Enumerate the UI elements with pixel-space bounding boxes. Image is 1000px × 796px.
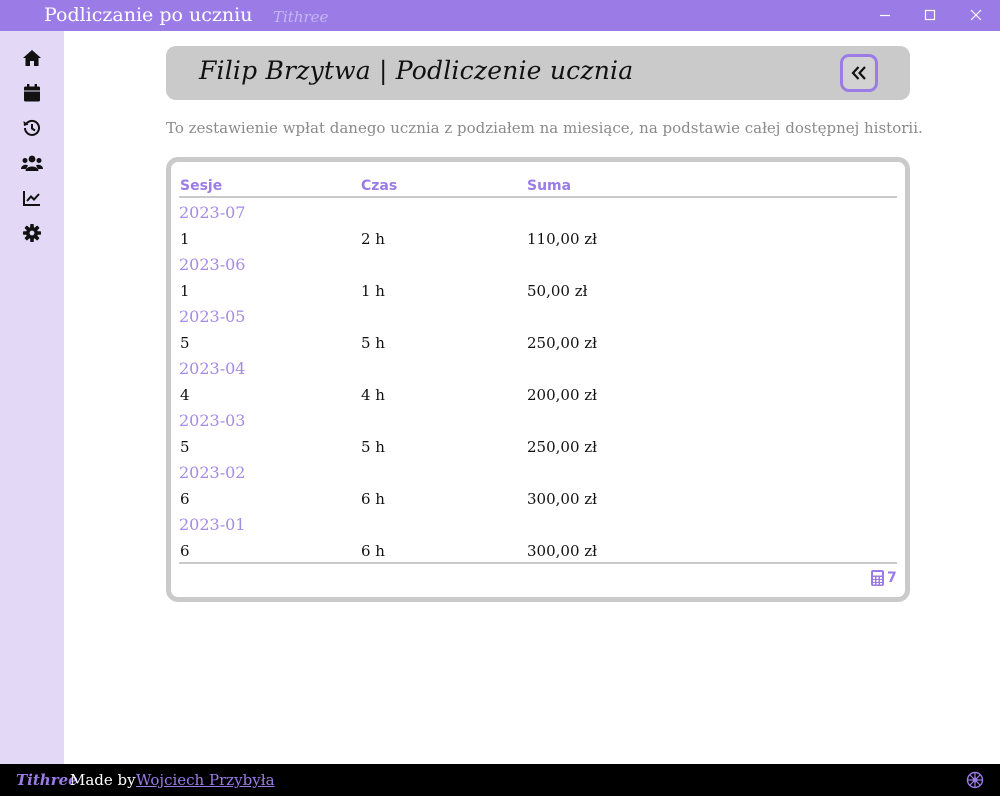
table-row: 5 5 h 250,00 zł	[171, 434, 905, 460]
sessions-cell: 5	[180, 334, 190, 352]
month-label: 2023-06	[179, 255, 246, 274]
window-brand: Tithree	[273, 8, 329, 26]
time-cell: 5 h	[361, 438, 385, 456]
header-divider	[179, 196, 897, 198]
sum-cell: 250,00 zł	[527, 438, 598, 456]
maximize-icon	[924, 9, 936, 21]
month-label: 2023-07	[179, 203, 246, 222]
sidebar	[0, 31, 64, 764]
maximize-button[interactable]	[918, 3, 942, 27]
sum-cell: 300,00 zł	[527, 542, 598, 560]
table-body: 2023-07 1 2 h 110,00 zł 2023-06 1 1 h 50…	[171, 200, 905, 564]
sessions-cell: 1	[180, 230, 190, 248]
month-label: 2023-02	[179, 463, 246, 482]
footer-divider	[179, 562, 897, 564]
sum-cell: 110,00 zł	[527, 230, 598, 248]
window-title: Podliczanie po uczniu	[44, 4, 253, 26]
page-title: Filip Brzytwa | Podliczenie ucznia	[199, 56, 634, 85]
sessions-cell: 6	[180, 542, 190, 560]
month-label: 2023-05	[179, 307, 246, 326]
sum-cell: 50,00 zł	[527, 282, 588, 300]
time-cell: 2 h	[361, 230, 385, 248]
minimize-button[interactable]	[873, 3, 897, 27]
column-header-sum: Suma	[527, 178, 572, 194]
column-header-time: Czas	[361, 178, 398, 194]
minimize-icon	[880, 14, 890, 17]
table-row: 6 6 h 300,00 zł	[171, 486, 905, 512]
table-row: 5 5 h 250,00 zł	[171, 330, 905, 356]
calendar-icon	[24, 84, 40, 102]
table-row: 1 1 h 50,00 zł	[171, 278, 905, 304]
month-label: 2023-01	[179, 515, 246, 534]
users-icon	[21, 155, 43, 171]
sessions-cell: 1	[180, 282, 190, 300]
column-header-sessions: Sesje	[180, 178, 223, 194]
sum-cell: 250,00 zł	[527, 334, 598, 352]
time-cell: 6 h	[361, 542, 385, 560]
author-link[interactable]: Wojciech Przybyła	[136, 771, 275, 789]
sidebar-item-history[interactable]	[20, 116, 44, 140]
app-footer: Tithree Made by Wojciech Przybyła	[0, 764, 1000, 796]
double-chevron-left-icon	[851, 66, 866, 80]
calculator-icon	[871, 570, 884, 586]
page-header: Filip Brzytwa | Podliczenie ucznia	[166, 46, 910, 100]
sum-cell: 200,00 zł	[527, 386, 598, 404]
sessions-cell: 4	[180, 386, 190, 404]
time-cell: 1 h	[361, 282, 385, 300]
row-count-value: 7	[887, 570, 897, 586]
table-row: 1 2 h 110,00 zł	[171, 226, 905, 252]
footer-made-by: Made by	[70, 771, 136, 789]
title-bar: Podliczanie po uczniu Tithree	[0, 0, 1000, 31]
page-description: To zestawienie wpłat danego ucznia z pod…	[166, 119, 923, 137]
emblem-icon	[966, 771, 984, 789]
time-cell: 4 h	[361, 386, 385, 404]
summary-table: Sesje Czas Suma 2023-07 1 2 h 110,00 zł …	[166, 157, 910, 602]
time-cell: 5 h	[361, 334, 385, 352]
sidebar-item-home[interactable]	[20, 46, 44, 70]
month-label: 2023-03	[179, 411, 246, 430]
home-icon	[23, 50, 41, 66]
close-icon	[970, 9, 982, 21]
table-row: 4 4 h 200,00 zł	[171, 382, 905, 408]
sum-cell: 300,00 zł	[527, 490, 598, 508]
footer-brand: Tithree	[16, 771, 78, 789]
sidebar-item-settings[interactable]	[20, 221, 44, 245]
time-cell: 6 h	[361, 490, 385, 508]
table-row: 6 6 h 300,00 zł	[171, 538, 905, 564]
chart-icon	[23, 191, 40, 206]
row-count: 7	[871, 570, 897, 586]
sidebar-item-calendar[interactable]	[20, 81, 44, 105]
back-button[interactable]	[840, 54, 878, 92]
sidebar-item-students[interactable]	[20, 151, 44, 175]
history-icon	[23, 119, 40, 136]
close-button[interactable]	[964, 3, 988, 27]
sessions-cell: 6	[180, 490, 190, 508]
sessions-cell: 5	[180, 438, 190, 456]
sidebar-item-statistics[interactable]	[20, 186, 44, 210]
gear-icon	[23, 224, 41, 242]
month-label: 2023-04	[179, 359, 246, 378]
